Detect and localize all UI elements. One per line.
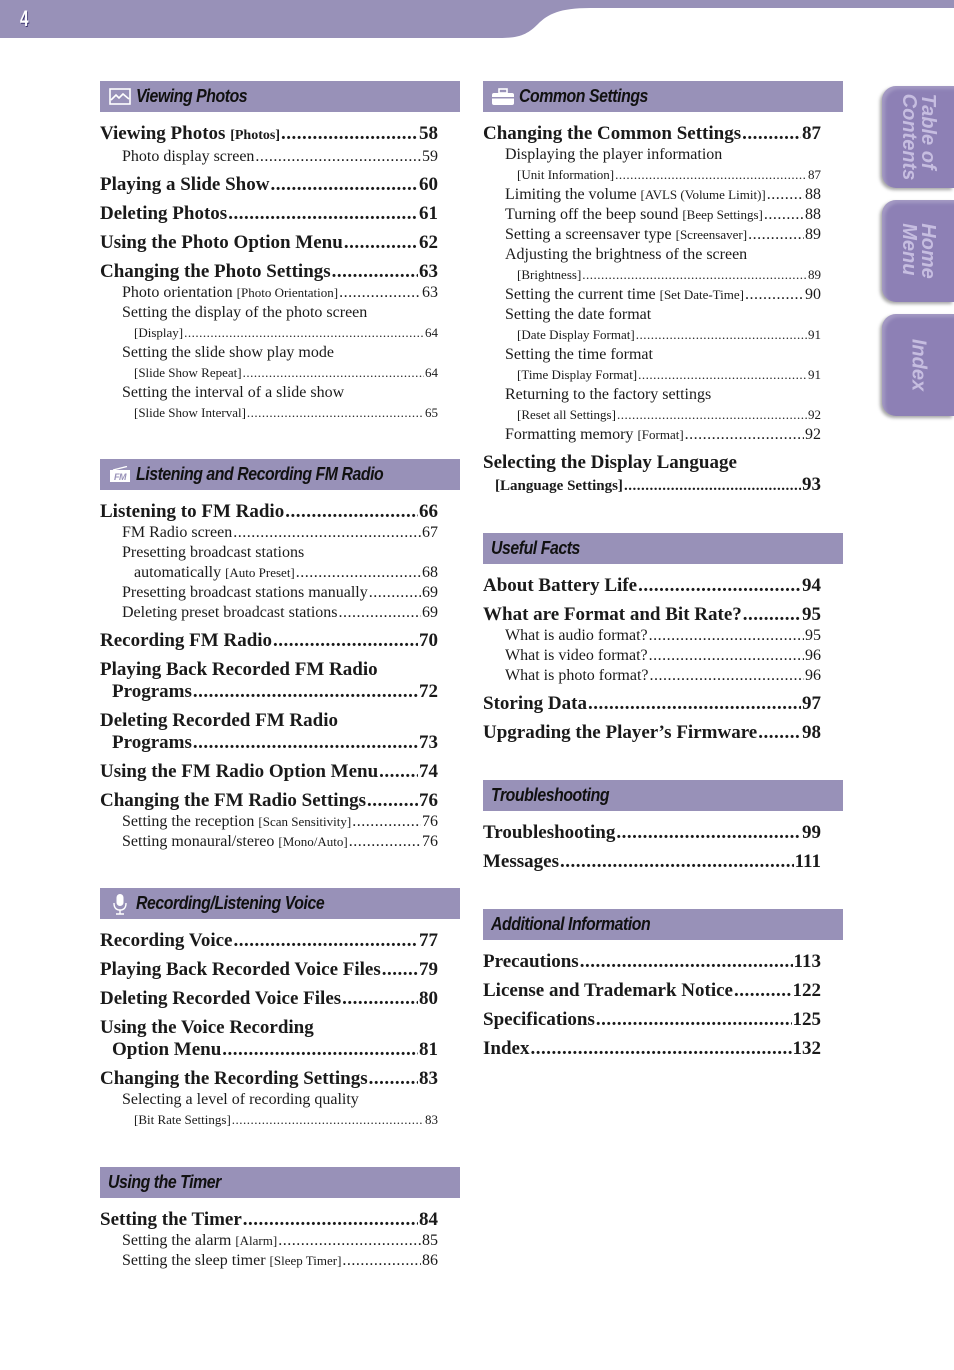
toc-subentry[interactable]: Adjusting the brightness of the screen [… [483, 245, 821, 285]
section-header-voice: Recording/Listening Voice [100, 888, 460, 919]
toc-entry[interactable]: Setting the Timer84 [100, 1209, 438, 1231]
microphone-icon [108, 893, 132, 915]
page-header-band: 4 [0, 0, 954, 40]
section-header-common-settings: Common Settings [483, 81, 843, 112]
tab-label: Table of Contents [898, 93, 939, 181]
toc-entry[interactable]: Upgrading the Player’s Firmware98 [483, 722, 821, 744]
toc-subentry[interactable]: Deleting preset broadcast stations69 [100, 603, 438, 623]
toc-entry[interactable]: Specifications125 [483, 1009, 821, 1031]
photo-icon [108, 87, 132, 107]
toc-subentry[interactable]: Photo display screen59 [100, 147, 438, 167]
section-header-useful-facts: Useful Facts [483, 533, 843, 564]
section-title: Common Settings [519, 86, 648, 106]
toc-subentry[interactable]: Setting the reception [Scan Sensitivity]… [100, 812, 438, 832]
toc-subentry[interactable]: Setting the alarm [Alarm]85 [100, 1231, 438, 1251]
toc-subentry[interactable]: Setting the slide show play mode [Slide … [100, 343, 438, 383]
toc-entry[interactable]: Playing Back Recorded FM Radio Programs7… [100, 659, 438, 703]
toc-entry[interactable]: Playing a Slide Show60 [100, 174, 438, 196]
tab-index[interactable]: Index [882, 314, 954, 416]
tab-table-of-contents[interactable]: Table of Contents [882, 86, 954, 188]
toc-subentry[interactable]: Turning off the beep sound [Beep Setting… [483, 205, 821, 225]
toc-subentry[interactable]: Setting a screensaver type [Screensaver]… [483, 225, 821, 245]
toc-entry[interactable]: Changing the FM Radio Settings76 [100, 790, 438, 812]
fm-radio-icon: FM [108, 465, 132, 485]
section-header-fm-radio: FM Listening and Recording FM Radio [100, 459, 460, 490]
toc-entry[interactable]: About Battery Life94 [483, 575, 821, 597]
toc-entry[interactable]: Using the Photo Option Menu62 [100, 232, 438, 254]
tab-home-menu[interactable]: Home Menu [882, 200, 954, 302]
toc-subentry[interactable]: Selecting a level of recording quality [… [100, 1090, 438, 1130]
toc-entry[interactable]: License and Trademark Notice122 [483, 980, 821, 1002]
page-number: 4 [20, 6, 29, 31]
toc-entry[interactable]: Deleting Recorded FM Radio Programs73 [100, 710, 438, 754]
section-entries: Setting the Timer84 Setting the alarm [A… [100, 1209, 438, 1271]
toc-subentry[interactable]: What is photo format?96 [483, 666, 821, 686]
toc-entry[interactable]: Troubleshooting99 [483, 822, 821, 844]
toc-subentry[interactable]: Setting the date format [Date Display Fo… [483, 305, 821, 345]
section-title: Troubleshooting [491, 785, 610, 805]
toc-entry[interactable]: Viewing Photos [Photos]58 [100, 123, 438, 147]
section-title: Viewing Photos [136, 86, 248, 106]
toc-right-column: Common Settings Changing the Common Sett… [483, 81, 843, 1060]
toc-subentry[interactable]: Setting the sleep timer [Sleep Timer]86 [100, 1251, 438, 1271]
toc-entry[interactable]: Messages111 [483, 851, 821, 873]
toc-entry[interactable]: Using the FM Radio Option Menu74 [100, 761, 438, 783]
section-title: Recording/Listening Voice [136, 893, 325, 913]
toc-entry[interactable]: Recording FM Radio70 [100, 630, 438, 652]
section-header-troubleshooting: Troubleshooting [483, 780, 843, 811]
section-header-timer: Using the Timer [100, 1167, 460, 1198]
toolbox-icon [491, 87, 515, 107]
toc-entry[interactable]: Changing the Common Settings87 [483, 123, 821, 145]
section-entries: Recording Voice77 Playing Back Recorded … [100, 930, 438, 1130]
section-entries: About Battery Life94 What are Format and… [483, 575, 821, 744]
section-title: Listening and Recording FM Radio [136, 464, 384, 484]
section-entries: Precautions113 License and Trademark Not… [483, 951, 821, 1060]
section-header-additional-information: Additional Information [483, 909, 843, 940]
section-entries: Changing the Common Settings87 Displayin… [483, 123, 821, 497]
svg-text:FM: FM [114, 472, 127, 482]
toc-subentry[interactable]: Setting monaural/stereo [Mono/Auto]76 [100, 832, 438, 852]
toc-entry[interactable]: Using the Voice Recording Option Menu81 [100, 1017, 438, 1061]
section-entries: Troubleshooting99 Messages111 [483, 822, 821, 873]
section-title: Using the Timer [108, 1172, 221, 1192]
toc-subentry[interactable]: Limiting the volume [AVLS (Volume Limit)… [483, 185, 821, 205]
toc-subentry[interactable]: Setting the time format [Time Display Fo… [483, 345, 821, 385]
toc-entry[interactable]: Recording Voice77 [100, 930, 438, 952]
toc-subentry[interactable]: Returning to the factory settings [Reset… [483, 385, 821, 425]
toc-subentry[interactable]: What is video format?96 [483, 646, 821, 666]
section-title: Additional Information [491, 914, 651, 934]
toc-entry[interactable]: What are Format and Bit Rate?95 [483, 604, 821, 626]
tab-label: Home Menu [898, 223, 939, 279]
section-header-viewing-photos: Viewing Photos [100, 81, 460, 112]
toc-entry[interactable]: Selecting the Display Language [Language… [483, 452, 821, 497]
toc-subentry[interactable]: Formatting memory [Format]92 [483, 425, 821, 445]
toc-subentry[interactable]: What is audio format?95 [483, 626, 821, 646]
toc-subentry[interactable]: Presetting broadcast stations automatica… [100, 543, 438, 583]
toc-left-column: Viewing Photos Viewing Photos [Photos]58… [100, 81, 460, 1271]
toc-subentry[interactable]: Setting the current time [Set Date-Time]… [483, 285, 821, 305]
header-band-shape [0, 0, 954, 38]
tab-label: Index [907, 338, 930, 392]
toc-subentry[interactable]: Displaying the player information [Unit … [483, 145, 821, 185]
toc-subentry[interactable]: Presetting broadcast stations manually69 [100, 583, 438, 603]
toc-entry[interactable]: Deleting Recorded Voice Files80 [100, 988, 438, 1010]
toc-entry[interactable]: Precautions113 [483, 951, 821, 973]
toc-subentry[interactable]: FM Radio screen67 [100, 523, 438, 543]
section-entries: Viewing Photos [Photos]58 Photo display … [100, 123, 438, 423]
toc-entry[interactable]: Changing the Photo Settings63 [100, 261, 438, 283]
toc-subentry[interactable]: Photo orientation [Photo Orientation]63 [100, 283, 438, 303]
toc-subentry[interactable]: Setting the interval of a slide show [Sl… [100, 383, 438, 423]
section-entries: Listening to FM Radio66 FM Radio screen6… [100, 501, 438, 852]
toc-entry[interactable]: Deleting Photos61 [100, 203, 438, 225]
toc-entry[interactable]: Storing Data97 [483, 693, 821, 715]
toc-entry[interactable]: Listening to FM Radio66 [100, 501, 438, 523]
toc-entry[interactable]: Index132 [483, 1038, 821, 1060]
section-title: Useful Facts [491, 538, 580, 558]
toc-entry[interactable]: Playing Back Recorded Voice Files79 [100, 959, 438, 981]
toc-subentry[interactable]: Setting the display of the photo screen … [100, 303, 438, 343]
toc-entry[interactable]: Changing the Recording Settings83 [100, 1068, 438, 1090]
